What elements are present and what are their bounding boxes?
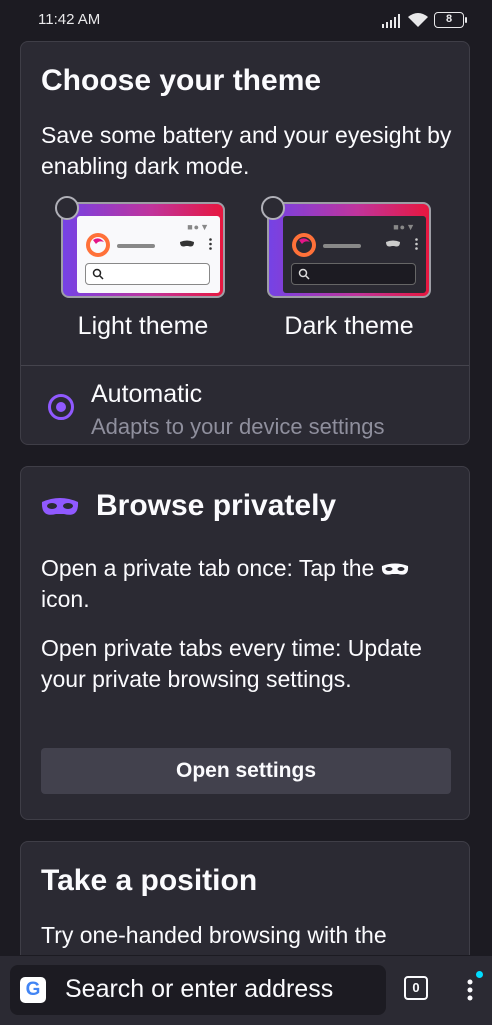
search-icon: [92, 268, 104, 280]
firefox-logo-icon: [292, 233, 316, 257]
firefox-logo-icon: [86, 233, 110, 257]
window-dots-icon: ■●▼: [393, 222, 416, 232]
search-icon: [298, 268, 310, 280]
mask-icon: [381, 563, 408, 575]
search-input[interactable]: Search or enter address: [65, 975, 333, 1004]
light-theme-label[interactable]: Light theme: [43, 312, 243, 341]
wifi-icon: [408, 13, 428, 27]
address-bar[interactable]: G Search or enter address: [10, 965, 386, 1015]
dark-theme-preview[interactable]: ■●▼: [267, 202, 431, 298]
private-text-every-time: Open private tabs every time: Update you…: [41, 635, 422, 692]
theme-card: Choose your theme Save some battery and …: [20, 41, 470, 445]
dark-theme-radio[interactable]: [261, 196, 285, 220]
theme-card-title: Choose your theme: [41, 64, 322, 97]
automatic-subtitle: Adapts to your device settings: [91, 414, 385, 439]
open-settings-button[interactable]: Open settings: [41, 748, 451, 794]
light-theme-radio[interactable]: [55, 196, 79, 220]
position-card-text: Try one-handed browsing with the: [41, 922, 387, 948]
private-browsing-card: Browse privately Open a private tab once…: [20, 466, 470, 820]
theme-card-description: Save some battery and your eyesight by e…: [41, 122, 452, 179]
mask-icon: [386, 240, 400, 247]
automatic-radio[interactable]: [48, 394, 74, 420]
battery-level: 8: [445, 13, 453, 25]
google-letter: G: [25, 979, 41, 1000]
tab-line: [323, 244, 361, 248]
status-time: 11:42 AM: [38, 11, 101, 28]
signal-icon: [382, 14, 400, 28]
private-text-once-after: icon.: [41, 586, 90, 612]
mask-icon: [41, 498, 79, 515]
dark-theme-label[interactable]: Dark theme: [249, 312, 449, 341]
google-icon[interactable]: G: [20, 977, 46, 1003]
light-theme-preview[interactable]: ■●▼: [61, 202, 225, 298]
kebab-icon: [415, 238, 418, 250]
menu-icon[interactable]: [462, 976, 478, 1004]
tab-line: [117, 244, 155, 248]
mask-icon: [180, 240, 194, 247]
tabs-icon[interactable]: 0: [404, 976, 428, 1000]
kebab-icon: [209, 238, 212, 250]
private-text-once: Open a private tab once: Tap the icon.: [41, 553, 456, 615]
position-card-title: Take a position: [41, 864, 258, 897]
status-bar: 11:42 AM 8: [0, 0, 492, 40]
private-card-title: Browse privately: [96, 489, 337, 522]
bottom-toolbar: G Search or enter address 0: [0, 955, 492, 1025]
automatic-title[interactable]: Automatic: [91, 380, 202, 409]
preview-search-field: [85, 263, 210, 285]
light-theme-option[interactable]: ■●▼: [55, 196, 225, 298]
preview-search-field: [291, 263, 416, 285]
battery-icon: 8: [434, 12, 467, 28]
window-dots-icon: ■●▼: [187, 222, 210, 232]
private-text-once-before: Open a private tab once: Tap the: [41, 555, 375, 581]
notification-dot: [476, 971, 483, 978]
divider: [21, 365, 469, 366]
dark-theme-option[interactable]: ■●▼: [261, 196, 431, 298]
